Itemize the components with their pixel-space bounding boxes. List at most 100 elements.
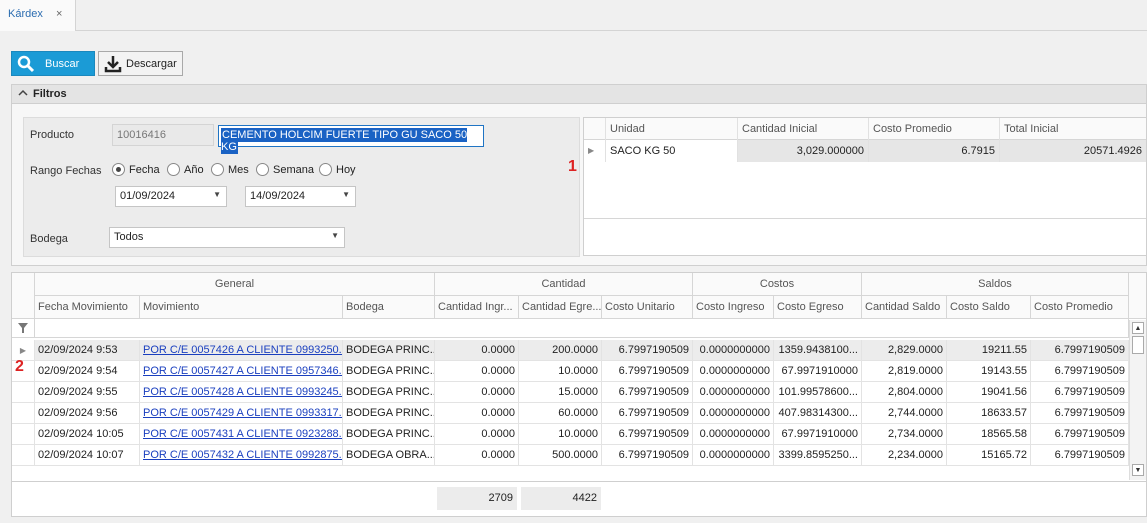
cell-movimiento-link[interactable]: POR C/E 0057429 A CLIENTE 0993317... [140,403,343,424]
cell-costo-unitario: 6.7997190509 [602,445,693,466]
cell-costo-promedio: 6.7997190509 [1031,361,1129,382]
cell-bodega: BODEGA PRINC... [343,340,435,361]
dropdown-arrow-icon[interactable]: ▼ [331,231,339,240]
col-cantidad-saldo[interactable]: Cantidad Saldo [862,296,947,319]
movimiento-link[interactable]: POR C/E 0057432 A CLIENTE 0992875... [143,449,342,461]
radio-circle [319,163,332,176]
cell-costo-ingreso: 0.0000000000 [693,340,774,361]
cell-costo-ingreso: 0.0000000000 [693,403,774,424]
auto-filter-row[interactable] [35,319,1129,338]
cell-movimiento-link[interactable]: POR C/E 0057427 A CLIENTE 0957346... [140,361,343,382]
cell-cantidad-ingreso: 0.0000 [435,340,519,361]
descargar-button[interactable]: Descargar [98,51,183,76]
cell-bodega: BODEGA OBRA... [343,445,435,466]
summary-cell: 20571.4926 [1000,140,1146,162]
fecha-desde-picker[interactable]: 01/09/2024 ▼ [115,186,227,207]
buscar-label: Buscar [45,57,80,70]
bodega-select[interactable]: Todos ▼ [109,227,345,248]
cell-costo-egreso: 1359.9438100... [774,340,862,361]
col-movimiento[interactable]: Movimiento [140,296,343,319]
movimiento-link[interactable]: POR C/E 0057431 A CLIENTE 0923288... [143,428,342,440]
fecha-hasta-value: 14/09/2024 [250,190,306,202]
cell-fecha: 02/09/2024 9:55 [35,382,140,403]
grid-corner [12,273,35,319]
cell-cantidad-egreso: 10.0000 [519,424,602,445]
cell-costo-egreso: 101.99578600... [774,382,862,403]
cell-cantidad-ingreso: 0.0000 [435,424,519,445]
filtros-group-header[interactable]: Filtros [11,84,1147,104]
vertical-scrollbar[interactable]: ▲ ▼ [1129,320,1146,480]
cell-bodega: BODEGA PRINC... [343,361,435,382]
row-indicator-icon [12,445,35,466]
tab-strip: Kárdex × [0,0,1147,31]
cell-movimiento-link[interactable]: POR C/E 0057428 A CLIENTE 0993245... [140,382,343,403]
col-cantidad-egreso[interactable]: Cantidad Egre... [519,296,602,319]
movimiento-link[interactable]: POR C/E 0057428 A CLIENTE 0993245... [143,386,342,398]
summary-cell: SACO KG 50 [606,140,738,162]
summary-grid: Unidad Cantidad Inicial Costo Promedio T… [583,117,1147,256]
cell-costo-ingreso: 0.0000000000 [693,445,774,466]
cell-fecha: 02/09/2024 9:56 [35,403,140,424]
producto-code-field[interactable]: 10016416 [112,124,214,146]
col-costo-saldo[interactable]: Costo Saldo [947,296,1031,319]
summary-indicator-head [584,118,606,140]
dropdown-arrow-icon[interactable]: ▼ [213,190,221,199]
chevron-up-icon[interactable] [18,87,28,102]
cell-costo-promedio: 6.7997190509 [1031,424,1129,445]
radio-circle [211,163,224,176]
row-indicator-icon [12,382,35,403]
cell-fecha: 02/09/2024 9:53 [35,340,140,361]
cell-costo-egreso: 3399.8595250... [774,445,862,466]
col-cantidad-ingreso[interactable]: Cantidad Ingr... [435,296,519,319]
filter-row-icon-cell [12,319,35,338]
dropdown-arrow-icon[interactable]: ▼ [342,190,350,199]
cell-costo-egreso: 67.9971910000 [774,361,862,382]
cell-cantidad-saldo: 2,804.0000 [862,382,947,403]
filtros-title: Filtros [33,88,67,100]
cell-costo-saldo: 19143.55 [947,361,1031,382]
producto-label: Producto [30,129,75,141]
cell-costo-promedio: 6.7997190509 [1031,340,1129,361]
cell-cantidad-saldo: 2,234.0000 [862,445,947,466]
cell-costo-unitario: 6.7997190509 [602,382,693,403]
radio-circle [256,163,269,176]
col-fecha-movimiento[interactable]: Fecha Movimiento [35,296,140,319]
col-costo-promedio[interactable]: Costo Promedio [1031,296,1129,319]
col-costo-ingreso[interactable]: Costo Ingreso [693,296,774,319]
movimiento-link[interactable]: POR C/E 0057427 A CLIENTE 0957346... [143,365,342,377]
radio-semana[interactable]: Semana [256,163,319,176]
col-costo-unitario[interactable]: Costo Unitario [602,296,693,319]
close-icon[interactable]: × [56,8,62,20]
summary-row[interactable]: ▶ SACO KG 50 3,029.000000 6.7915 20571.4… [584,140,1146,162]
radio-ano[interactable]: Año [167,163,211,176]
filter-icon[interactable] [18,323,28,336]
producto-desc-field[interactable]: CEMENTO HOLCIM FUERTE TIPO GU SACO 50 KG [218,125,484,154]
cell-movimiento-link[interactable]: POR C/E 0057431 A CLIENTE 0923288... [140,424,343,445]
scroll-thumb[interactable] [1132,336,1144,354]
movimiento-link[interactable]: POR C/E 0057426 A CLIENTE 0993250... [143,344,342,356]
buscar-button[interactable]: Buscar [11,51,95,76]
cell-cantidad-ingreso: 0.0000 [435,403,519,424]
radio-hoy[interactable]: Hoy [319,163,356,176]
tab-kardex[interactable]: Kárdex × [0,0,76,31]
cell-cantidad-egreso: 500.0000 [519,445,602,466]
cell-cantidad-egreso: 10.0000 [519,361,602,382]
cell-costo-ingreso: 0.0000000000 [693,361,774,382]
cell-movimiento-link[interactable]: POR C/E 0057426 A CLIENTE 0993250... [140,340,343,361]
kardex-grid: General Cantidad Costos Saldos Fecha Mov… [11,272,1147,517]
cell-costo-promedio: 6.7997190509 [1031,445,1129,466]
movimiento-link[interactable]: POR C/E 0057429 A CLIENTE 0993317... [143,407,342,419]
total-cantidad-egreso: 4422 [521,487,601,510]
scroll-up-icon[interactable]: ▲ [1132,322,1144,334]
rango-options: Fecha Año Mes Semana Hoy [112,163,356,176]
radio-circle [167,163,180,176]
col-costo-egreso[interactable]: Costo Egreso [774,296,862,319]
cell-movimiento-link[interactable]: POR C/E 0057432 A CLIENTE 0992875... [140,445,343,466]
radio-fecha[interactable]: Fecha [112,163,167,176]
cell-cantidad-egreso: 60.0000 [519,403,602,424]
scroll-down-icon[interactable]: ▼ [1132,464,1144,476]
col-bodega[interactable]: Bodega [343,296,435,319]
radio-mes[interactable]: Mes [211,163,256,176]
bodega-label: Bodega [30,233,68,245]
fecha-hasta-picker[interactable]: 14/09/2024 ▼ [245,186,356,207]
